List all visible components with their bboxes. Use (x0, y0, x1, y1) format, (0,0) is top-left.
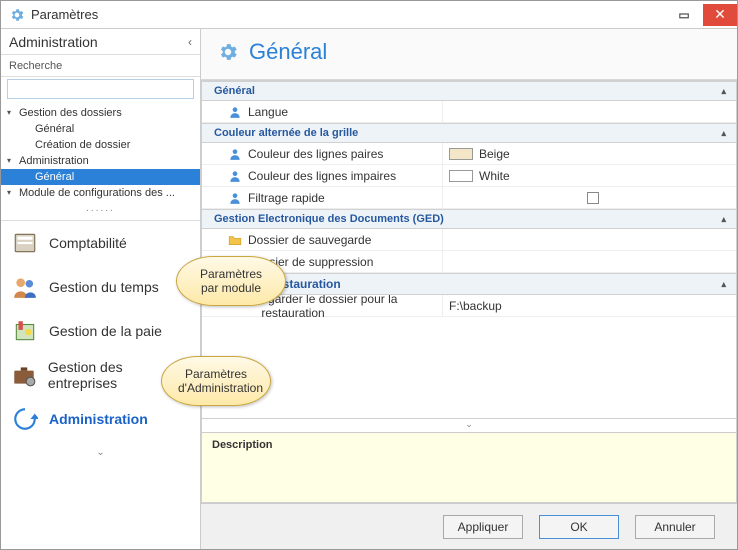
main-header: Général (201, 29, 737, 80)
button-bar: Appliquer OK Annuler (201, 503, 737, 549)
cancel-button[interactable]: Annuler (635, 515, 715, 539)
search-label: Recherche (1, 55, 200, 77)
checkbox[interactable] (587, 192, 599, 204)
apply-button[interactable]: Appliquer (443, 515, 523, 539)
tree-item[interactable]: Module de configurations des ... (1, 185, 200, 201)
minimize-button[interactable]: ▭ (667, 4, 701, 26)
property-row[interactable]: Sauvegarder le dossier pour la restaurat… (202, 295, 736, 317)
module-label: Administration (49, 411, 148, 427)
group-header[interactable]: Gestion Electronique des Documents (GED) (202, 209, 736, 229)
module-label: Gestion de la paie (49, 323, 162, 339)
sidebar-collapse-icon[interactable]: ‹ (188, 35, 192, 49)
module-entreprises[interactable]: Gestion des entreprises (1, 353, 200, 397)
module-temps[interactable]: Gestion du temps (1, 265, 200, 309)
page-title: Général (249, 39, 327, 65)
module-label: Gestion du temps (49, 279, 159, 295)
person-icon (228, 147, 242, 161)
property-value[interactable] (442, 187, 736, 208)
main-panel: Général Général Langue Couleur alternée … (201, 29, 737, 549)
gear-icon (9, 7, 25, 23)
group-header[interactable]: Points de restauration (202, 273, 736, 295)
property-row[interactable]: Langue (202, 101, 736, 123)
module-comptabilite[interactable]: Comptabilité (1, 221, 200, 265)
property-value[interactable]: F:\backup (442, 295, 736, 316)
ledger-icon (11, 229, 39, 257)
module-administration[interactable]: Administration (1, 397, 200, 441)
color-swatch (449, 170, 473, 182)
property-value[interactable]: White (442, 165, 736, 186)
property-value[interactable] (442, 229, 736, 250)
property-row[interactable]: Couleur des lignes paires Beige (202, 143, 736, 165)
sidebar-header: Administration ‹ (1, 29, 200, 55)
module-paie[interactable]: Gestion de la paie (1, 309, 200, 353)
property-value[interactable] (442, 101, 736, 122)
property-row[interactable]: Filtrage rapide (202, 187, 736, 209)
property-row[interactable]: Couleur des lignes impaires White (202, 165, 736, 187)
panel-expander[interactable]: ⌄ (202, 418, 736, 432)
module-list: Comptabilité Gestion du temps Gestion de… (1, 221, 200, 549)
module-label: Comptabilité (49, 235, 127, 251)
property-row[interactable]: Dossier de suppression (202, 251, 736, 273)
person-icon (228, 105, 242, 119)
close-button[interactable]: ✕ (703, 4, 737, 26)
gear-icon (217, 41, 239, 63)
tree-item-selected[interactable]: Général (1, 169, 200, 185)
search-input[interactable] (7, 79, 194, 99)
title-bar: Paramètres ▭ ✕ (1, 1, 737, 29)
folder-icon (228, 234, 242, 246)
module-label: Gestion des entreprises (48, 359, 190, 391)
property-row[interactable]: Dossier de sauvegarde (202, 229, 736, 251)
ok-button[interactable]: OK (539, 515, 619, 539)
refresh-icon (11, 405, 39, 433)
tree-item[interactable]: Général (1, 121, 200, 137)
person-icon (228, 191, 242, 205)
property-value[interactable] (442, 251, 736, 272)
folder-icon (228, 256, 242, 268)
group-header[interactable]: Couleur alternée de la grille (202, 123, 736, 143)
tree-item[interactable]: Gestion des dossiers (1, 105, 200, 121)
property-grid: Général Langue Couleur alternée de la gr… (201, 80, 737, 503)
group-header[interactable]: Général (202, 81, 736, 101)
description-box: Description (202, 432, 736, 502)
person-icon (228, 169, 242, 183)
sidebar: Administration ‹ Recherche Gestion des d… (1, 29, 201, 549)
property-value[interactable]: Beige (442, 143, 736, 164)
tree-item[interactable]: Création de dossier (1, 137, 200, 153)
briefcase-gear-icon (11, 361, 38, 389)
payroll-icon (11, 317, 39, 345)
window-title: Paramètres (31, 7, 665, 22)
color-swatch (449, 148, 473, 160)
tree-item[interactable]: Administration (1, 153, 200, 169)
sidebar-title: Administration (9, 34, 188, 50)
description-label: Description (212, 439, 726, 451)
module-list-toggle[interactable]: ⌄ (1, 441, 200, 464)
nav-tree: Gestion des dossiers Général Création de… (1, 101, 200, 221)
people-icon (11, 273, 39, 301)
tree-more[interactable]: ...... (1, 201, 200, 216)
